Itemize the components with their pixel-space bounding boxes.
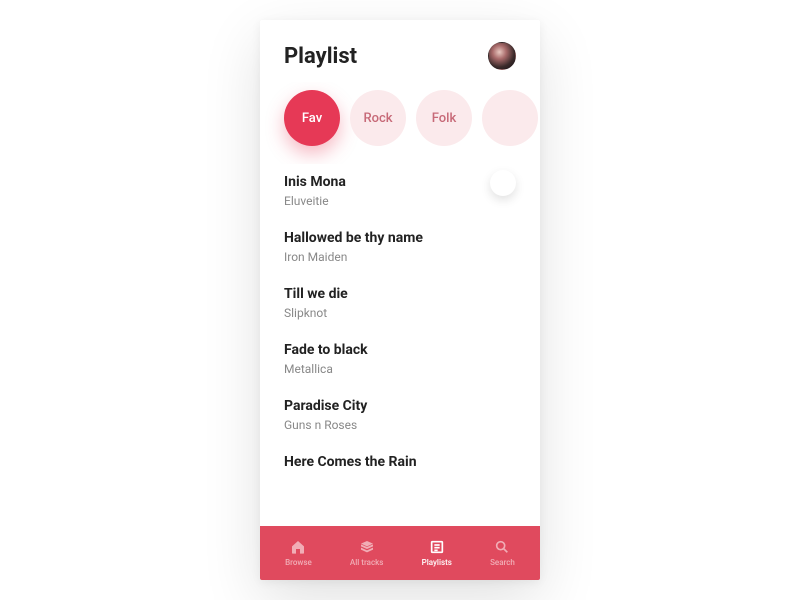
chip-fav[interactable]: Fav [284,90,340,146]
track-item[interactable]: Fade to black Metallica [284,332,516,388]
header: Playlist [260,20,540,82]
chip-rock[interactable]: Rock [350,90,406,146]
track-list[interactable]: Inis Mona Eluveitie Hallowed be thy name… [260,164,540,526]
nav-browse[interactable]: Browse [279,535,318,571]
track-title: Till we die [284,286,516,302]
track-item[interactable]: Inis Mona Eluveitie [284,164,516,220]
track-title: Fade to black [284,342,516,358]
track-title: Inis Mona [284,174,516,190]
track-item[interactable]: Paradise City Guns n Roses [284,388,516,444]
search-icon [494,539,510,555]
nav-playlists[interactable]: Playlists [416,535,458,571]
track-artist: Iron Maiden [284,250,516,264]
phone-frame: Playlist Fav Rock Folk Inis Mona Eluveit… [260,20,540,580]
stack-icon [359,539,375,555]
track-title: Here Comes the Rain [284,454,516,470]
chip-more[interactable] [482,90,538,146]
track-item[interactable]: Hallowed be thy name Iron Maiden [284,220,516,276]
nav-label: Browse [285,558,312,567]
avatar[interactable] [488,42,516,70]
track-item[interactable]: Here Comes the Rain [284,444,516,486]
track-artist: Metallica [284,362,516,376]
track-title: Hallowed be thy name [284,230,516,246]
nav-search[interactable]: Search [484,535,521,571]
category-chips: Fav Rock Folk [260,82,540,164]
play-icon[interactable] [490,170,516,196]
home-icon [290,539,306,555]
nav-label: Search [490,558,515,567]
nav-all-tracks[interactable]: All tracks [344,535,390,571]
list-icon [429,539,445,555]
track-artist: Eluveitie [284,194,516,208]
page-title: Playlist [284,44,357,69]
track-title: Paradise City [284,398,516,414]
nav-label: Playlists [422,558,452,567]
bottom-nav: Browse All tracks Playlists Search [260,526,540,580]
track-artist: Guns n Roses [284,418,516,432]
nav-label: All tracks [350,558,384,567]
chip-folk[interactable]: Folk [416,90,472,146]
track-artist: Slipknot [284,306,516,320]
track-item[interactable]: Till we die Slipknot [284,276,516,332]
